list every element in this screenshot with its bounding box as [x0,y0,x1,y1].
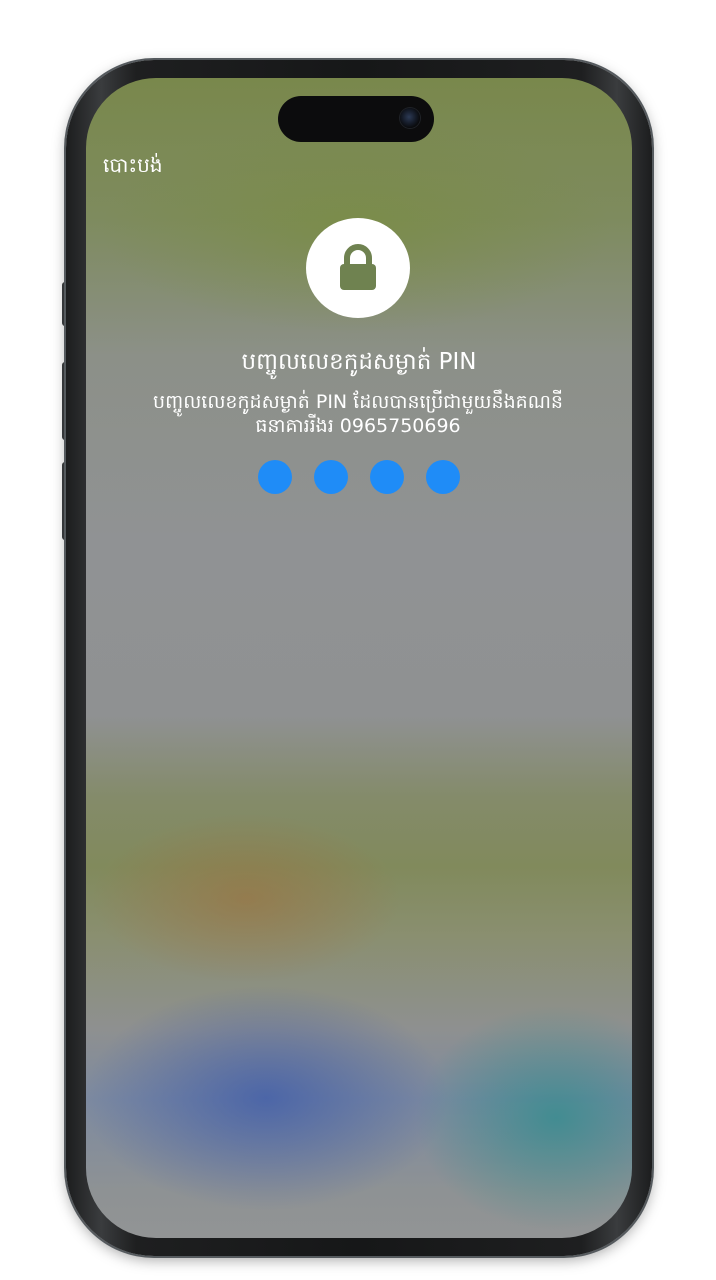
page: បោះបង់ បញ្ចូលលេខកូដសម្ងាត់ PIN បញ្ចូលលេខ… [0,0,716,1280]
pin-dot-filled [370,460,404,494]
front-camera-icon [400,108,420,128]
pin-dot-filled [258,460,292,494]
pin-subtitle-line-2: ធនាគាររីងរ 0965750696 [255,415,461,437]
lock-icon [340,244,376,290]
pin-subtitle-line-1: បញ្ចូលលេខកូដសម្ងាត់ PIN ដែលបានប្រើជាមួយន… [153,391,563,413]
dynamic-island [278,96,434,142]
pin-dot-filled [426,460,460,494]
pin-dots [258,460,460,494]
pin-subtitle: បញ្ចូលលេខកូដសម្ងាត់ PIN ដែលបានប្រើជាមួយន… [110,390,606,438]
pin-dot-filled [314,460,348,494]
lock-badge [306,218,410,318]
pin-title: បញ្ចូលលេខកូដសម្ងាត់ PIN [241,349,477,375]
cancel-button[interactable]: បោះបង់ [103,152,163,182]
